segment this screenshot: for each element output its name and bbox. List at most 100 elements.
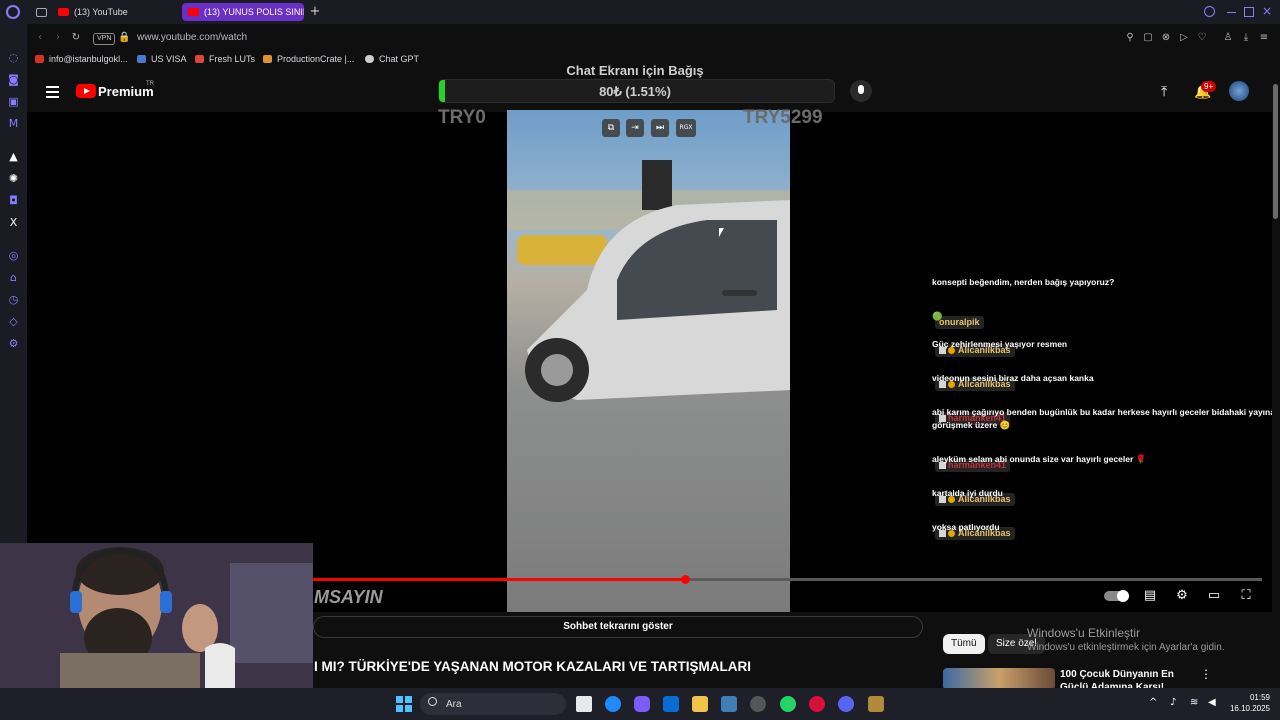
settings-app-icon[interactable] [721,696,737,712]
seek-handle[interactable] [681,575,690,584]
download-icon[interactable]: ⤓ [1240,32,1252,44]
chevron-up-icon[interactable]: ^ [1149,697,1157,708]
globe-icon [137,55,146,63]
sidebar-history-icon[interactable]: ◎ [7,249,20,262]
discord-icon[interactable] [838,696,854,712]
microphone-icon[interactable]: ♪ [1170,697,1176,708]
sidebar-settings-icon[interactable]: ⚙ [7,337,20,350]
windows-activate-title: Windows'u Etkinleştir [1027,626,1140,640]
donation-min-label: TRY0 [438,107,486,128]
bookmark-email[interactable]: info@istanbulgokl... [35,54,128,64]
chat-message: konsepti beğendim, nerden bağış yapıyoru… [932,277,1115,287]
minimize-icon[interactable] [1227,12,1236,13]
chatgpt-icon [365,55,374,63]
mouse-cursor-icon [719,228,724,237]
lock-icon[interactable]: 🔒 [118,32,130,44]
chat-message: abi karım çağırıyo benden bugünlük bu ka… [932,407,1275,430]
voice-search-icon[interactable] [850,80,872,102]
adblock-icon[interactable]: ⊗ [1160,32,1172,44]
extensions-icon[interactable]: ♙ [1222,32,1234,44]
vpn-badge[interactable]: VPN [93,33,116,45]
crate-icon [263,55,272,63]
sidebar-gmail-icon[interactable]: M [7,117,20,130]
search-icon [428,697,437,706]
sidebar-aria-icon[interactable]: ◌ [7,51,20,64]
sidebar-messenger-icon[interactable]: ◙ [7,73,20,86]
avatar[interactable] [1229,81,1249,101]
workspaces-icon[interactable] [36,8,47,17]
bookmark-fresh-luts[interactable]: Fresh LUTs [195,54,255,64]
donation-amount: 80₺ (1.51%) [599,84,671,99]
sidebar-x-icon[interactable]: X [7,216,20,229]
pin-page-icon[interactable]: ⚲ [1124,32,1136,44]
youtube-favicon-icon [58,8,69,16]
taskbar-search[interactable] [420,693,566,715]
maximize-icon[interactable] [1244,7,1254,17]
close-window-icon[interactable]: × [1262,4,1272,18]
bookmark-productioncrate[interactable]: ProductionCrate |... [263,54,354,64]
volume-icon[interactable]: ◀ [1208,697,1216,708]
send-icon[interactable]: ▷ [1178,32,1190,44]
heart-icon[interactable]: ♡ [1196,32,1208,44]
upload-icon[interactable]: ⤒ [1161,84,1167,100]
skip-icon[interactable]: ⏭ [651,119,669,137]
rgx-icon[interactable]: RGX [676,119,696,137]
chat-message: videonun sesini biraz daha açsan kanka [932,373,1094,383]
video-frame[interactable] [507,110,790,612]
region-label: TR [146,81,154,87]
league-icon[interactable] [868,696,884,712]
youtube-favicon-icon [188,8,199,16]
bookmark-chat-gpt[interactable]: Chat GPT [365,54,419,64]
taskbar-clock[interactable]: 01:59 16.10.2025 [1228,692,1270,714]
gmail-icon [35,55,44,63]
easy-setup-icon[interactable]: ≡ [1258,32,1270,44]
opera-logo-icon[interactable] [6,5,20,19]
opera-gx-icon[interactable] [809,696,825,712]
new-tab-button[interactable]: + [309,5,321,19]
copilot-icon[interactable] [634,696,650,712]
show-chat-replay-button[interactable]: Sohbet tekrarını göster [313,616,923,638]
search-tabs-icon[interactable] [1204,6,1215,17]
sidebar-pin-icon[interactable]: ⌂ [7,271,20,284]
recommended-thumbnail[interactable] [943,668,1055,690]
wifi-icon[interactable]: ≋ [1190,697,1198,708]
edge-icon[interactable] [605,696,621,712]
scrollbar-thumb[interactable] [1273,84,1278,219]
donation-title: Chat Ekranı için Bağış [566,63,704,78]
tab-yunus-polis[interactable]: (13) YUNUS POLIS SINIR [182,3,304,21]
recommended-title[interactable]: 100 Çocuk Dünyanın En Güçlü Adamına Karş… [1060,668,1200,688]
settings-gear-icon[interactable]: ⚙ [1174,589,1190,603]
sidebar-chatgpt-icon[interactable]: ✺ [7,172,20,185]
reload-icon[interactable]: ↻ [70,32,82,44]
steam-icon[interactable] [750,696,766,712]
whatsapp-icon[interactable] [780,696,796,712]
forward-icon[interactable]: › [52,32,64,44]
file-explorer-icon[interactable] [692,696,708,712]
bookmark-us-visa[interactable]: US VISA [137,54,187,64]
sidebar-app-icon[interactable]: ▲ [7,150,20,163]
exit-icon[interactable]: ⇥ [626,119,644,137]
streamer-image [0,543,313,688]
url-field[interactable]: www.youtube.com/watch [137,32,247,43]
windows-start-icon[interactable] [396,696,412,712]
chip-all[interactable]: Tümü [943,634,985,654]
chat-emoji: 🟢 [932,311,943,321]
pip-icon[interactable]: ⧉ [602,119,620,137]
sidebar-discord-icon[interactable]: ◘ [7,194,20,207]
sidebar-extensions-icon[interactable]: ◇ [7,315,20,328]
sidebar-clock-icon[interactable]: ◷ [7,293,20,306]
tab-youtube[interactable]: (13) YouTube [52,3,172,21]
task-view-icon[interactable] [576,696,592,712]
seek-bar-played [313,578,685,581]
outlook-icon[interactable] [663,696,679,712]
snapshot-icon[interactable]: ▢ [1142,32,1154,44]
back-icon[interactable]: ‹ [34,32,46,44]
theater-mode-icon[interactable]: ▭ [1206,589,1222,603]
sidebar-player-icon[interactable]: ▣ [7,95,20,108]
subtitles-icon[interactable]: ▤ [1142,589,1158,603]
autoplay-toggle[interactable] [1104,590,1129,602]
more-options-icon[interactable]: ⋮ [1200,667,1212,681]
youtube-logo-icon[interactable] [76,84,96,98]
fullscreen-icon[interactable]: ⛶ [1238,589,1254,603]
video-title: I MI? TÜRKİYE'DE YAŞANAN MOTOR KAZALARI … [314,659,751,674]
